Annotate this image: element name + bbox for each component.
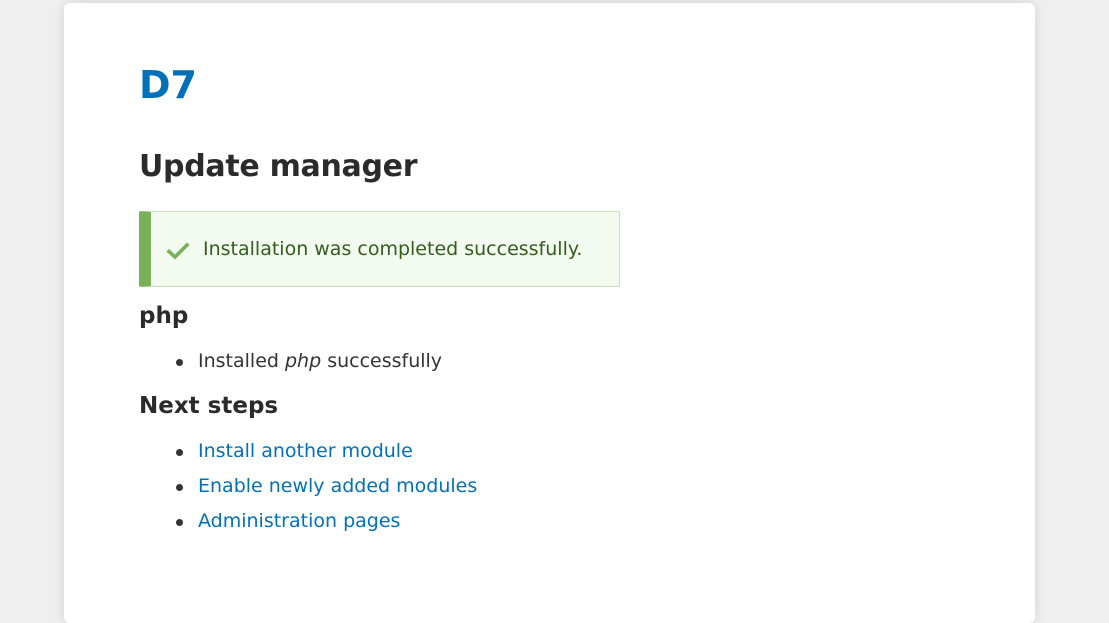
content-card: D7 Update manager Installation was compl… [64, 3, 1035, 623]
result-project-name: php [284, 350, 322, 372]
list-item: Install another module [175, 434, 477, 469]
install-another-module-link[interactable]: Install another module [198, 440, 413, 462]
next-steps-list: Install another module Enable newly adde… [139, 434, 477, 539]
list-item: Administration pages [175, 504, 477, 539]
project-result-list: Installed php successfully [139, 344, 442, 379]
project-heading: php [139, 303, 189, 329]
result-prefix: Installed [198, 350, 285, 372]
list-item: Installed php successfully [175, 344, 443, 379]
result-suffix: successfully [321, 350, 443, 372]
enable-modules-link[interactable]: Enable newly added modules [198, 475, 477, 497]
check-icon [166, 242, 190, 260]
list-item: Enable newly added modules [175, 469, 477, 504]
page-title: Update manager [139, 149, 418, 184]
administration-pages-link[interactable]: Administration pages [198, 510, 400, 532]
next-steps-heading: Next steps [139, 393, 279, 419]
site-name-link[interactable]: D7 [139, 61, 197, 109]
status-message: Installation was completed successfully. [139, 211, 620, 287]
status-message-text: Installation was completed successfully. [203, 238, 583, 260]
